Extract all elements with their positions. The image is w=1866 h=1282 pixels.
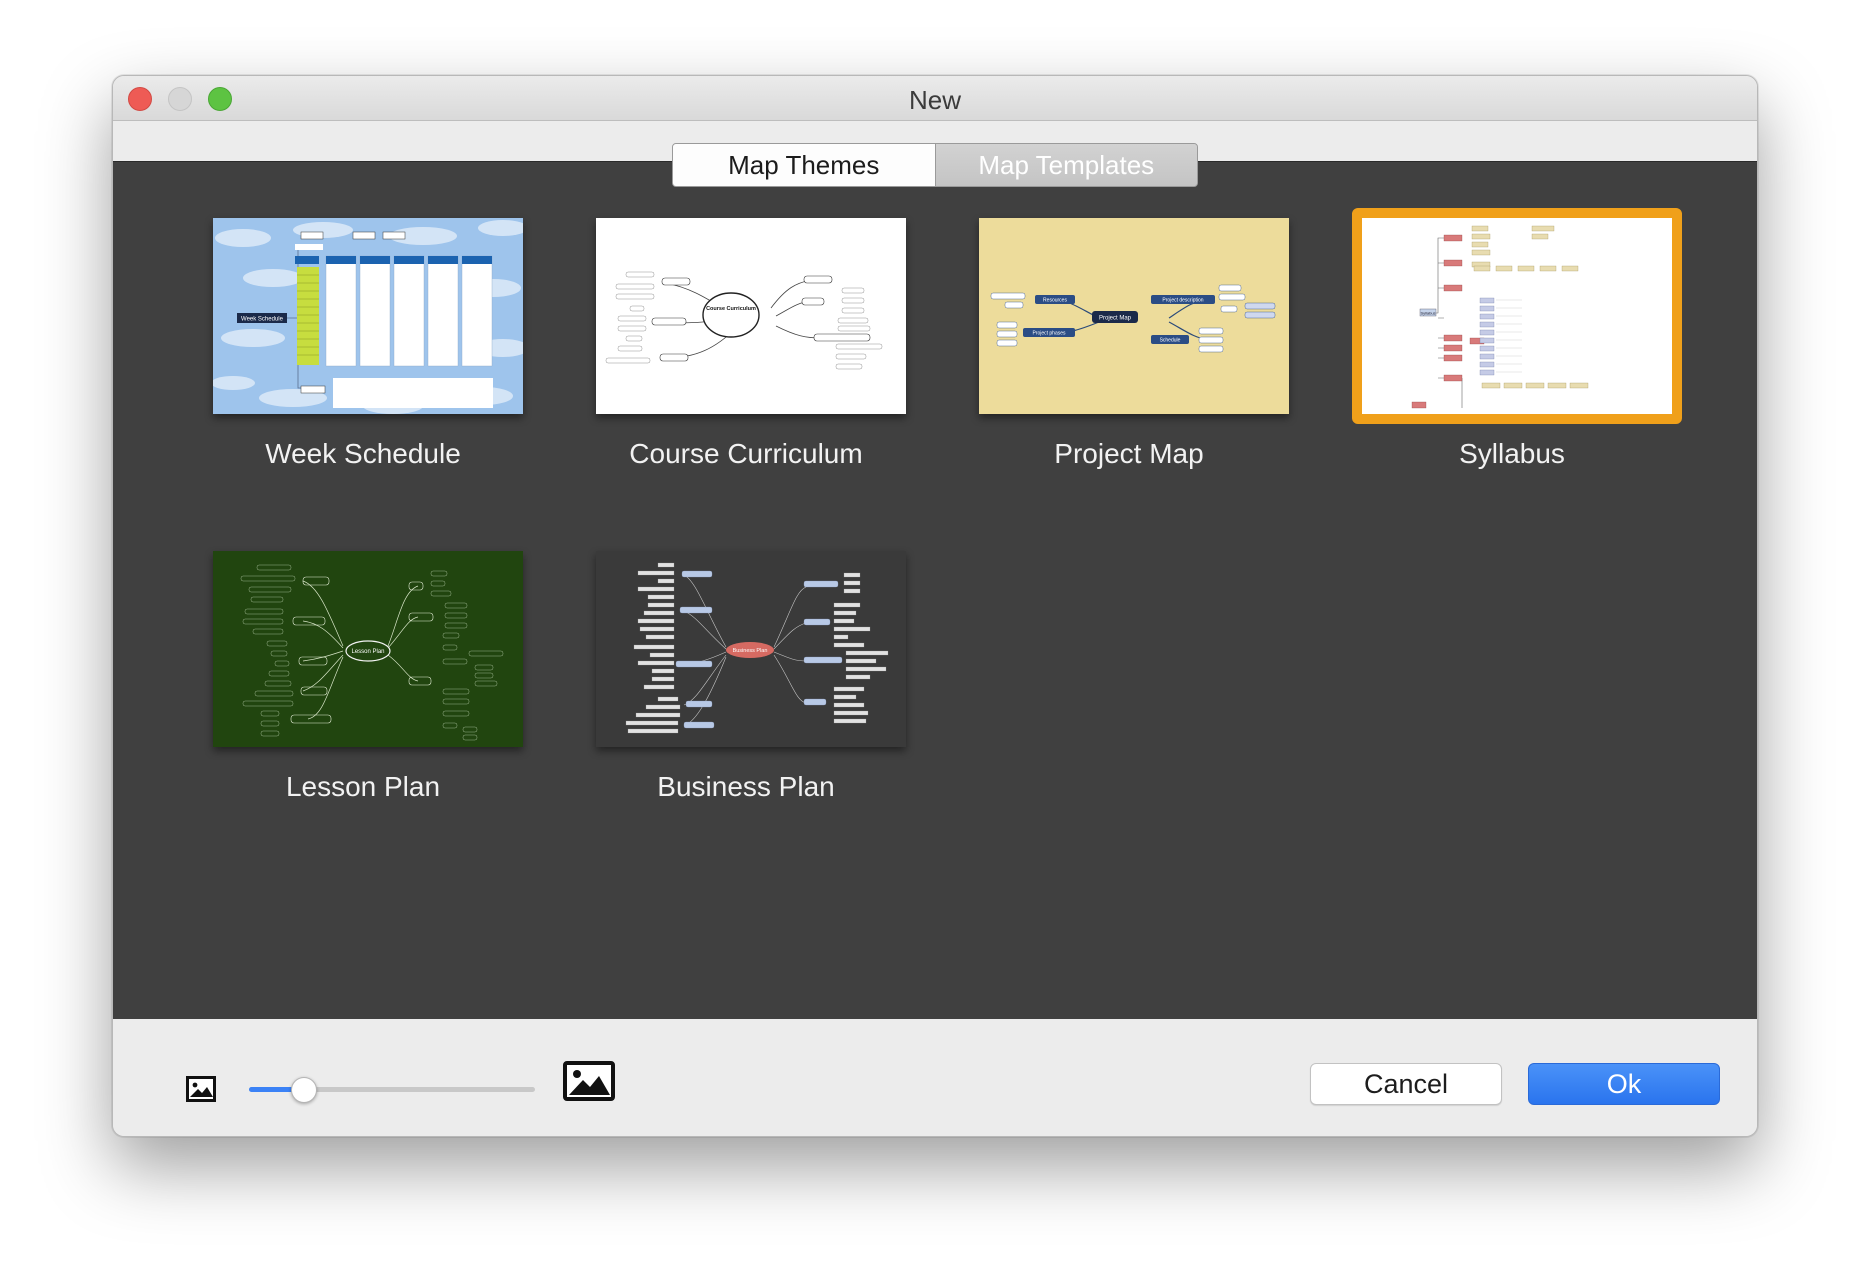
new-dialog: New Map Themes Map Templates Week Schedu…: [112, 75, 1758, 1137]
window-title: New: [908, 85, 961, 115]
business-plan-thumbnail: Business Plan: [596, 551, 906, 747]
large-image-icon[interactable]: [563, 1061, 615, 1101]
template-business-plan[interactable]: Business Plan Business Plan: [596, 551, 916, 811]
svg-text:Project phases: Project phases: [1032, 331, 1066, 337]
template-label: Week Schedule: [265, 438, 461, 469]
tab-control: Map Themes Map Templates: [672, 143, 1198, 187]
small-image-icon[interactable]: [186, 1076, 216, 1102]
svg-text:Schedule: Schedule: [1160, 338, 1181, 344]
title-bar: New: [113, 76, 1757, 121]
template-label: Business Plan: [657, 771, 835, 802]
template-label: Course Curriculum: [629, 438, 863, 469]
syllabus-thumbnail: Syllabus: [1352, 208, 1682, 424]
week-schedule-thumbnail: Week Schedule: [213, 218, 523, 414]
svg-text:Project description: Project description: [1162, 298, 1203, 304]
svg-text:Course Curriculum: Course Curriculum: [706, 306, 756, 312]
svg-text:Week Schedule: Week Schedule: [241, 317, 284, 323]
svg-text:Business Plan: Business Plan: [733, 648, 768, 654]
template-label: Project Map: [1054, 438, 1204, 469]
svg-text:Lesson Plan: Lesson Plan: [351, 649, 384, 655]
cancel-button[interactable]: Cancel: [1310, 1063, 1502, 1105]
template-label: Syllabus: [1459, 438, 1565, 469]
svg-text:Syllabus: Syllabus: [1420, 311, 1435, 316]
dialog-footer: [113, 1019, 1757, 1136]
thumbnail-size-slider[interactable]: [249, 1077, 535, 1103]
template-week-schedule[interactable]: Week Schedule Week Schedule: [213, 218, 533, 478]
tab-map-templates[interactable]: Map Templates: [935, 144, 1197, 186]
template-project-map[interactable]: Project Map Resources Project phases Pro…: [979, 218, 1299, 478]
svg-text:Project Map: Project Map: [1099, 316, 1132, 322]
template-gallery: Week Schedule Week Schedule Course Curri…: [113, 162, 1757, 1019]
lesson-plan-thumbnail: Lesson Plan: [213, 551, 523, 747]
template-course-curriculum[interactable]: Course Curriculum Course Curriculum: [596, 218, 916, 478]
project-map-thumbnail: Project Map Resources Project phases Pro…: [979, 218, 1289, 414]
slider-knob[interactable]: [291, 1077, 317, 1103]
template-syllabus[interactable]: Syllabus Syllabus: [1352, 208, 1682, 478]
svg-text:Resources: Resources: [1043, 298, 1067, 304]
course-curriculum-thumbnail: Course Curriculum: [596, 218, 906, 414]
ok-button[interactable]: Ok: [1528, 1063, 1720, 1105]
tab-map-themes[interactable]: Map Themes: [673, 144, 936, 186]
template-label: Lesson Plan: [285, 771, 441, 802]
template-lesson-plan[interactable]: Lesson Plan Lesson Plan: [213, 551, 533, 811]
